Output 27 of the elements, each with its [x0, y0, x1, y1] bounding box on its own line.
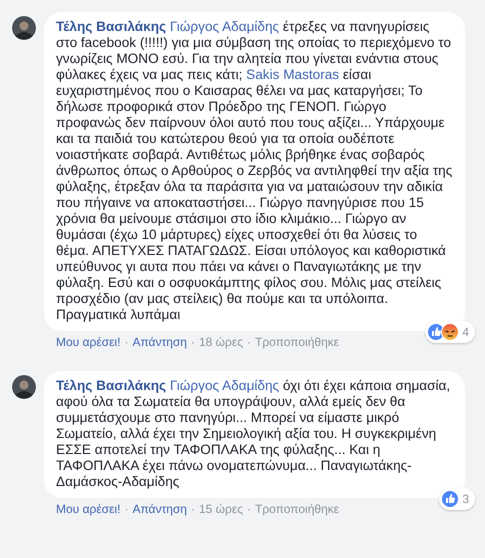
- edited-label[interactable]: Τροποποιήθηκε: [255, 502, 340, 516]
- comment-text: Τέλης Βασιλάκης Γιώργος Αδαμίδης έτρεξες να πανηγυρίσεις στο facebook (!!!!!) για μια σύμβαση της οποίας το περιεχόμενο το γνωρίζεις ΜΟΝΟ εσύ. Για την αλητεία που γίνεται ενάντια στους φύλακες έχεις να μας πεις κάτι; Sakis Mastoras είσαι ευχαριστημένος που ο Καισαρας θέλει να μας καταργήσει; Το δήλωσε προφορικά στον Πρόεδρο της ΓΕΝΟΠ. Γιώργο προφανώς δεν παίρνουν όλοι αυτό που τους αξίζει... Υπάρχουμε και τα παιδιά του κατώτερου θεού για τα οποία ουδέποτε νοιαστήκατε σοβαρά. Αντιθέτως μόλις βρήθηκε ένας σοβαρός άνθρωπος όπως ο Αρθούρος ο Ζερβός να αντιληφθεί την αξία της φύλαξης, έτρεξαν όλα τα παράσιτα για να ματαιώσουν την αδικία που πήγαινε να αποκαταστήσει... Γιώργο πανηγύρισε που 15 χρόνια θα μείνουμε στάσιμοι στο ίδιο κλιμάκιο... Γιώργο αν θυμάσαι (έχω 10 μάρτυρες) είχες υποσχεθεί ότι θα λύσεις το θέμα. ΑΠΕΤΥΧΕΣ ΠΑΤΑΓΩΔΩΣ. Είσαι υπόλογος και καθοριστικά υπεύθυνος γι αυτα που πάει να κάνει ο Παναγιωτάκης με την φύλαξη. Εσύ και ο οσφυοκάμπτης φίλος σου. Μόλις μας στείλεις προσχέδιο (αν μας στείλεις) θα πούμε και τα υπόλοιπα. Πραγματικά λυπάμαι: [56, 19, 453, 323]
- separator-dot: ·: [190, 335, 195, 349]
- avatar[interactable]: [12, 375, 36, 399]
- comment-text: Τέλης Βασιλάκης Γιώργος Αδαμίδης όχι ότι έχει κάποια σημασία, αφού όλα τα Σωματεία θα υπογράψουν, αλλά εμείς δεν θα συμμετάσχουμε στο πανηγύρι... Μπορεί να είμαστε μικρό Σωματείο, αλλά έχει την Σημειολογική αξία του. Η συγκεκριμένη ΕΣΣΕ αποτελεί την ΤΑΦΟΠΛΑΚΑ της φύλαξης... Και η ΤΑΦΟΠΛΑΚΑ έχει πάνω ονοματεπώνυμα... Παναγιωτάκης-Δαμάσκος-Αδαμίδης: [56, 378, 452, 490]
- separator-dot: ·: [247, 502, 251, 516]
- timestamp[interactable]: 18 ώρες: [198, 335, 243, 349]
- separator-dot: ·: [190, 502, 195, 516]
- edited-label[interactable]: Τροποποιήθηκε: [255, 335, 340, 349]
- mention-link[interactable]: Γιώργος Αδαμίδης: [170, 378, 280, 393]
- author-link[interactable]: Τέλης Βασιλάκης: [56, 19, 166, 34]
- action-link[interactable]: Απάντηση: [132, 335, 187, 349]
- mention-link[interactable]: Sakis Mastoras: [246, 67, 340, 82]
- action-link[interactable]: Μου αρέσει!: [56, 502, 120, 516]
- timestamp[interactable]: 15 ώρες: [198, 502, 243, 516]
- action-link[interactable]: Μου αρέσει!: [56, 335, 120, 349]
- reactions-badge[interactable]: 4: [425, 321, 475, 343]
- action-link[interactable]: Απάντηση: [132, 502, 187, 516]
- like-icon: [441, 490, 460, 508]
- separator-dot: ·: [247, 335, 251, 349]
- angry-face-icon: [441, 323, 460, 341]
- author-link[interactable]: Τέλης Βασιλάκης: [56, 378, 166, 393]
- mention-link[interactable]: Γιώργος Αδαμίδης: [170, 19, 280, 34]
- reactions-badge[interactable]: 3: [439, 488, 475, 510]
- separator-dot: ·: [124, 335, 128, 349]
- avatar[interactable]: [12, 16, 36, 40]
- separator-dot: ·: [124, 502, 128, 516]
